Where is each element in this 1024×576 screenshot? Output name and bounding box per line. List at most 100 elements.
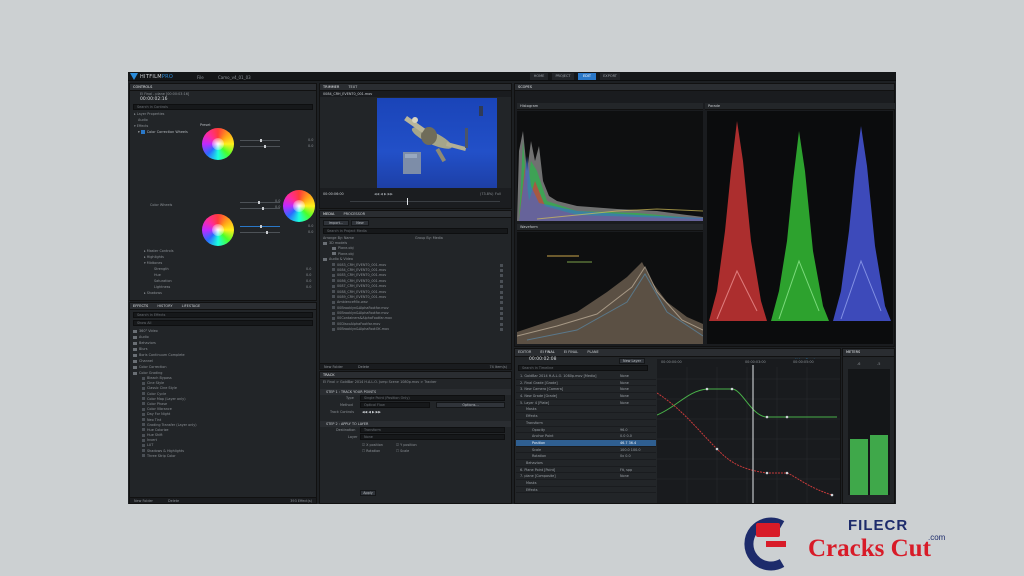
timeline-layer-row[interactable]: Position 46.7 36.4	[516, 439, 656, 447]
wheel-slider[interactable]	[240, 201, 280, 204]
midtone-lightness-row[interactable]: Lightness 0.0	[130, 284, 316, 290]
tab-editor[interactable]: EDITOR	[518, 350, 531, 354]
timeline-layer-row[interactable]: 7. plane [Composite] None	[516, 473, 656, 480]
media-list: 3D models Plane.obj Plane.obj Audio & Video…	[320, 241, 511, 333]
timeline-timecode[interactable]: 00:00:02:08	[529, 357, 556, 363]
effects-show-select[interactable]: Show All	[133, 320, 313, 326]
tab-ei-final-2[interactable]: EI FINAL	[564, 350, 578, 354]
checkbox-icon[interactable]	[140, 130, 145, 134]
wheel-slider[interactable]	[240, 139, 280, 142]
destination-select[interactable]: Transform	[360, 427, 505, 433]
apply-button[interactable]: Apply	[360, 490, 376, 496]
tab-text[interactable]: TEXT	[348, 85, 357, 89]
viewer-clip-name: 0084_CRH_EVENT0_001.mov	[320, 91, 511, 97]
effects-search-input[interactable]: Search in Effects	[133, 312, 313, 318]
rotation-checkbox[interactable]: ☐ Rotation	[362, 448, 380, 454]
new-button[interactable]: New	[351, 220, 369, 226]
track-control-buttons[interactable]: ◀◀ ◀ ▶ ▶▶	[362, 409, 381, 415]
arrange-select[interactable]: Arrange By: Name	[323, 236, 354, 240]
media-delete-button[interactable]: Delete	[358, 364, 369, 370]
viewer-playhead[interactable]	[407, 198, 408, 205]
layer-select[interactable]: None	[360, 434, 505, 440]
project-name: Camo_v4_01_03	[218, 75, 251, 80]
file-menu[interactable]: File	[197, 75, 204, 80]
tab-project[interactable]: PROJECT	[552, 73, 574, 80]
import-button[interactable]: Import...	[323, 220, 349, 226]
timeline-layer-row[interactable]: Scale 100.0 100.0	[516, 447, 656, 454]
folder-icon	[133, 365, 137, 369]
timeline-layer-row[interactable]: Behaviors	[516, 460, 656, 467]
tab-lifestage[interactable]: LIFESTAGE	[182, 304, 201, 308]
options-button[interactable]: Options...	[436, 402, 505, 408]
timeline-layer-row[interactable]: 1. GoldBar 2014 H.A.L.O. 1080p.mov [Medi…	[516, 373, 656, 380]
method-select[interactable]: Optical Flow	[360, 402, 430, 408]
timeline-layer-row[interactable]: Effects	[516, 413, 656, 420]
tab-plane[interactable]: PLANE	[587, 350, 598, 354]
tab-effects[interactable]: EFFECTS	[133, 304, 148, 308]
wheel-value[interactable]: 0.0	[308, 229, 313, 235]
viewer-timecode[interactable]: 00:00:06:00	[323, 191, 344, 197]
highlights-color-wheel[interactable]	[283, 190, 315, 222]
timeline-search-input[interactable]: Search in Timeline	[518, 365, 648, 371]
viewer-quality[interactable]: Full	[495, 191, 501, 197]
controls-timecode[interactable]: 00:00:02:16	[130, 97, 316, 103]
effects-delete-button[interactable]: Delete	[168, 498, 179, 504]
timeline-layer-row[interactable]: 6. Plane Point [Point] Fit, spp	[516, 467, 656, 474]
tab-export[interactable]: EXPORT	[600, 73, 620, 80]
media-item[interactable]: 00Brooklyn&AlphaFootOK.mov	[320, 327, 511, 332]
wheel-value[interactable]: 0.0	[275, 204, 280, 210]
tab-edit[interactable]: EDIT	[578, 73, 596, 80]
histogram-header: Histogram	[517, 103, 703, 110]
transport-buttons[interactable]: ◀◀ ◀ ▶ ▶▶	[374, 191, 393, 197]
type-select[interactable]: Single Point (Position Only)	[360, 395, 505, 401]
destination-row: Destination Transform	[320, 427, 511, 433]
group-select[interactable]: Group By: Media	[415, 235, 443, 241]
wheel-slider[interactable]	[240, 207, 280, 210]
controls-search-input[interactable]: Search in Controls	[133, 104, 313, 110]
tab-media[interactable]: MEDIA	[323, 212, 334, 216]
scale-checkbox[interactable]: ☐ Scale	[396, 448, 409, 454]
effect-icon	[142, 438, 145, 442]
tab-processor[interactable]: PROCESSOR	[343, 212, 365, 216]
tab-trimmer[interactable]: TRIMMER	[323, 85, 339, 89]
effect-item[interactable]: Three Strip Color	[130, 454, 316, 459]
video-frame[interactable]	[377, 98, 497, 188]
timeline-layer-row[interactable]: Masks	[516, 480, 656, 487]
timeline-layer-row[interactable]: Opacity 96.0	[516, 427, 656, 434]
new-layer-button[interactable]: New Layer	[619, 358, 645, 364]
timeline-layer-row[interactable]: 5. Layer 4 [Plate] None	[516, 400, 656, 407]
effect-icon	[142, 449, 145, 453]
media-search-input[interactable]: Search in Project Media	[323, 228, 508, 234]
media-new-folder-button[interactable]: New Folder	[324, 364, 343, 370]
wheel-value[interactable]: 0.0	[308, 143, 313, 149]
effects-panel: EFFECTS HISTORY LIFESTAGE Search in Effe…	[129, 302, 317, 504]
meter-left-value: -6	[857, 362, 861, 366]
timeline-layer-row[interactable]: Rotation 0x 0.0	[516, 453, 656, 460]
midtones-color-wheel[interactable]	[202, 214, 234, 246]
scopes-header: SCOPES	[515, 84, 894, 91]
viewer-zoom[interactable]: (73.8%)	[480, 191, 493, 197]
wheel-slider[interactable]	[240, 225, 280, 228]
timeline-layer-row[interactable]: Masks	[516, 406, 656, 414]
timeline-layer-row[interactable]: 2. Final Grade [Grade] None	[516, 380, 656, 387]
meters-panel: METERS -6 -5	[842, 348, 895, 504]
wheel-slider[interactable]	[240, 231, 280, 234]
tab-history[interactable]: HISTORY	[157, 304, 172, 308]
apply-checkboxes-2: ☐ Rotation ☐ Scale	[320, 448, 511, 454]
tab-ei-final[interactable]: EI FINAL	[540, 350, 554, 354]
wheel-slider[interactable]	[240, 145, 280, 148]
timeline-layer-row[interactable]: 4. New Grade [Grade] None	[516, 393, 656, 400]
timeline-layer-row[interactable]: Anchor Point 0.0 0.0	[516, 433, 656, 440]
timeline-layer-row[interactable]: 3. New Camera [Camera] None	[516, 386, 656, 394]
value-graph[interactable]: 00:00:00:00 00:00:03:00 00:00:05:00	[656, 359, 840, 503]
media-type-icon	[500, 322, 503, 326]
shadows-color-wheel[interactable]	[202, 128, 234, 160]
tree-shadows[interactable]: ▸ Shadows	[130, 290, 316, 296]
skydiver-image	[403, 106, 483, 174]
timeline-layer-row[interactable]: Transform	[516, 420, 656, 427]
viewer-scrubber[interactable]	[350, 201, 500, 202]
folder-icon	[133, 359, 137, 363]
effects-new-folder-button[interactable]: New Folder	[134, 498, 153, 504]
tab-home[interactable]: HOME	[530, 73, 548, 80]
timeline-layer-row[interactable]: Effects	[516, 487, 656, 494]
